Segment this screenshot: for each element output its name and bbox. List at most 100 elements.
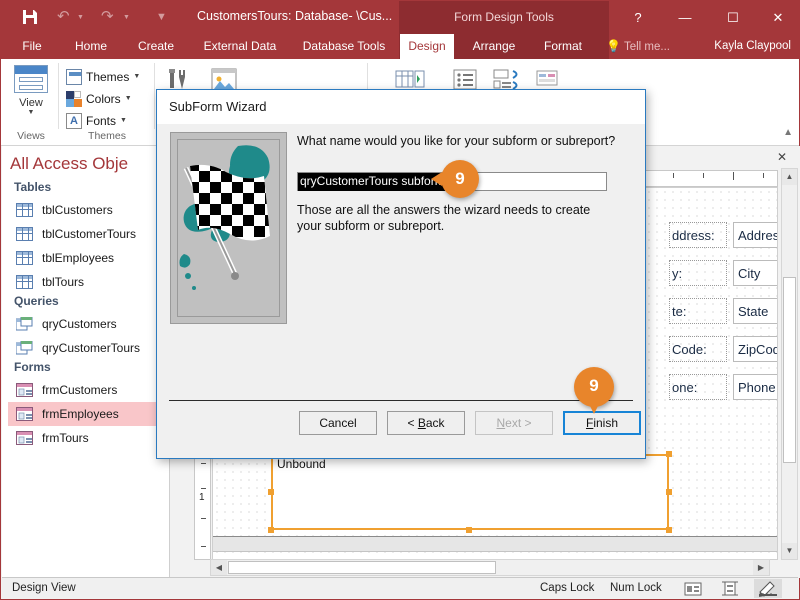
dialog-title: SubForm Wizard xyxy=(169,99,267,114)
tab-create[interactable]: Create xyxy=(128,34,184,59)
fonts-icon: A xyxy=(66,112,82,129)
nav-group-tables[interactable]: Tables xyxy=(14,180,51,194)
ribbon-tab-strip: File Home Create External Data Database … xyxy=(1,34,799,59)
nav-item-qrycustomertours[interactable]: qryCustomerTours xyxy=(8,336,168,360)
nav-item-frmcustomers[interactable]: frmCustomers xyxy=(8,378,168,402)
resize-handle[interactable] xyxy=(666,527,672,533)
field-label[interactable]: y: xyxy=(669,260,727,286)
undo-icon[interactable]: ↶ xyxy=(57,9,70,25)
form-section-bar[interactable] xyxy=(213,536,777,552)
resize-handle[interactable] xyxy=(268,527,274,533)
account-name[interactable]: Kayla Claypool xyxy=(714,34,791,59)
help-button[interactable]: ? xyxy=(619,7,657,29)
nav-item-label: tblEmployees xyxy=(42,251,115,265)
maximize-button[interactable]: ☐ xyxy=(714,7,752,29)
tab-design[interactable]: Design xyxy=(400,34,454,59)
tab-home[interactable]: Home xyxy=(64,34,118,59)
nav-item-tbltours[interactable]: tblTours xyxy=(8,270,168,294)
cancel-button[interactable]: Cancel xyxy=(299,411,377,435)
undo-dropdown-icon[interactable]: ▼ xyxy=(77,14,84,21)
group-label-views: Views xyxy=(17,130,45,142)
tab-file[interactable]: File xyxy=(11,34,53,59)
themes-icon xyxy=(66,68,82,85)
nav-item-label: qryCustomerTours xyxy=(42,341,141,355)
nav-item-tblemployees[interactable]: tblEmployees xyxy=(8,246,168,270)
nav-item-frmemployees[interactable]: frmEmployees xyxy=(8,402,168,426)
resize-handle[interactable] xyxy=(666,451,672,457)
themes-button[interactable]: Themes ▼ xyxy=(63,65,143,88)
fonts-label: Fonts xyxy=(86,113,117,128)
layout-view-button[interactable] xyxy=(716,579,744,598)
status-caps-lock: Caps Lock xyxy=(540,582,595,594)
redo-dropdown-icon[interactable]: ▼ xyxy=(123,14,130,21)
tab-database-tools[interactable]: Database Tools xyxy=(294,34,394,59)
nav-group-queries[interactable]: Queries xyxy=(14,294,59,308)
field-value[interactable]: Phone xyxy=(733,374,777,400)
subform-wizard-dialog: SubForm Wizard What name would you like … xyxy=(156,89,646,459)
dialog-title-bar: SubForm Wizard xyxy=(157,90,645,124)
contextual-tab-label: Form Design Tools xyxy=(454,10,554,24)
nav-item-label: tblCustomers xyxy=(42,203,113,217)
vertical-scroll-thumb[interactable] xyxy=(783,277,796,463)
tell-me-box[interactable]: 💡 Tell me... xyxy=(606,34,670,59)
field-value[interactable]: City xyxy=(733,260,777,286)
view-button[interactable]: View ▼ xyxy=(9,65,53,127)
redo-icon[interactable]: ↷ xyxy=(101,9,114,25)
unbound-subform-control[interactable]: Unbound xyxy=(271,454,669,530)
fonts-button[interactable]: A Fonts ▼ xyxy=(63,109,130,132)
tab-format[interactable]: Format xyxy=(534,34,592,59)
tab-arrange[interactable]: Arrange xyxy=(462,34,526,59)
navigation-pane-header[interactable]: All Access Obje xyxy=(10,154,128,174)
nav-item-tblcustomertours[interactable]: tblCustomerTours xyxy=(8,222,168,246)
field-label[interactable]: ddress: xyxy=(669,222,727,248)
horizontal-scroll-thumb[interactable] xyxy=(228,561,496,574)
field-value[interactable]: ZipCode xyxy=(733,336,777,362)
nav-item-frmtours[interactable]: frmTours xyxy=(8,426,168,450)
dialog-body: What name would you like for your subfor… xyxy=(157,124,645,458)
nav-item-tblcustomers[interactable]: tblCustomers xyxy=(8,198,168,222)
field-value[interactable]: State xyxy=(733,298,777,324)
status-bar: Design View Caps Lock Num Lock xyxy=(2,577,798,598)
resize-handle[interactable] xyxy=(466,527,472,533)
finish-button[interactable]: Finish xyxy=(563,411,641,435)
resize-handle[interactable] xyxy=(666,489,672,495)
scroll-down-icon[interactable]: ▼ xyxy=(782,543,797,559)
field-value[interactable]: Address xyxy=(733,222,777,248)
colors-button[interactable]: Colors ▼ xyxy=(63,87,135,110)
nav-item-qrycustomers[interactable]: qryCustomers xyxy=(8,312,168,336)
form-icon xyxy=(16,383,33,397)
callout-badge-input: 9 xyxy=(431,160,479,198)
form-view-button[interactable] xyxy=(679,579,707,598)
table-icon xyxy=(16,227,33,241)
resize-handle[interactable] xyxy=(268,489,274,495)
tab-external-data[interactable]: External Data xyxy=(193,34,287,59)
field-label[interactable]: Code: xyxy=(669,336,727,362)
nav-group-forms[interactable]: Forms xyxy=(14,360,51,374)
vertical-scrollbar[interactable]: ▲ ▼ xyxy=(781,168,798,560)
collapse-ribbon-icon[interactable]: ▲ xyxy=(783,127,793,138)
back-button[interactable]: < Back xyxy=(387,411,465,435)
horizontal-scrollbar[interactable]: ◀ ▶ xyxy=(210,559,770,576)
form-icon xyxy=(16,431,33,445)
lightbulb-icon: 💡 xyxy=(606,39,621,53)
design-view-button[interactable] xyxy=(754,579,782,598)
scroll-left-icon[interactable]: ◀ xyxy=(211,560,227,575)
field-label[interactable]: te: xyxy=(669,298,727,324)
field-label[interactable]: one: xyxy=(669,374,727,400)
chevron-down-icon[interactable]: ▼ xyxy=(9,109,53,117)
vruler-mark-1: 1 xyxy=(199,492,205,503)
close-button[interactable]: ✕ xyxy=(759,7,797,29)
nav-item-label: tblTours xyxy=(42,275,85,289)
scroll-right-icon[interactable]: ▶ xyxy=(753,560,769,575)
contextual-tab-band: Form Design Tools xyxy=(399,1,609,34)
dialog-separator xyxy=(169,400,633,401)
group-label-themes: Themes xyxy=(88,130,126,142)
save-icon[interactable] xyxy=(21,8,39,26)
close-document-icon[interactable]: ✕ xyxy=(772,148,792,166)
nav-item-label: frmTours xyxy=(42,431,89,445)
minimize-button[interactable]: — xyxy=(666,7,704,29)
scroll-up-icon[interactable]: ▲ xyxy=(782,169,797,185)
wizard-illustration xyxy=(170,132,287,324)
access-application-window: ↶ ▼ ↷ ▼ ▼ CustomersTours: Database- \Cus… xyxy=(0,0,800,600)
customize-qat-icon[interactable]: ▼ xyxy=(156,9,167,25)
